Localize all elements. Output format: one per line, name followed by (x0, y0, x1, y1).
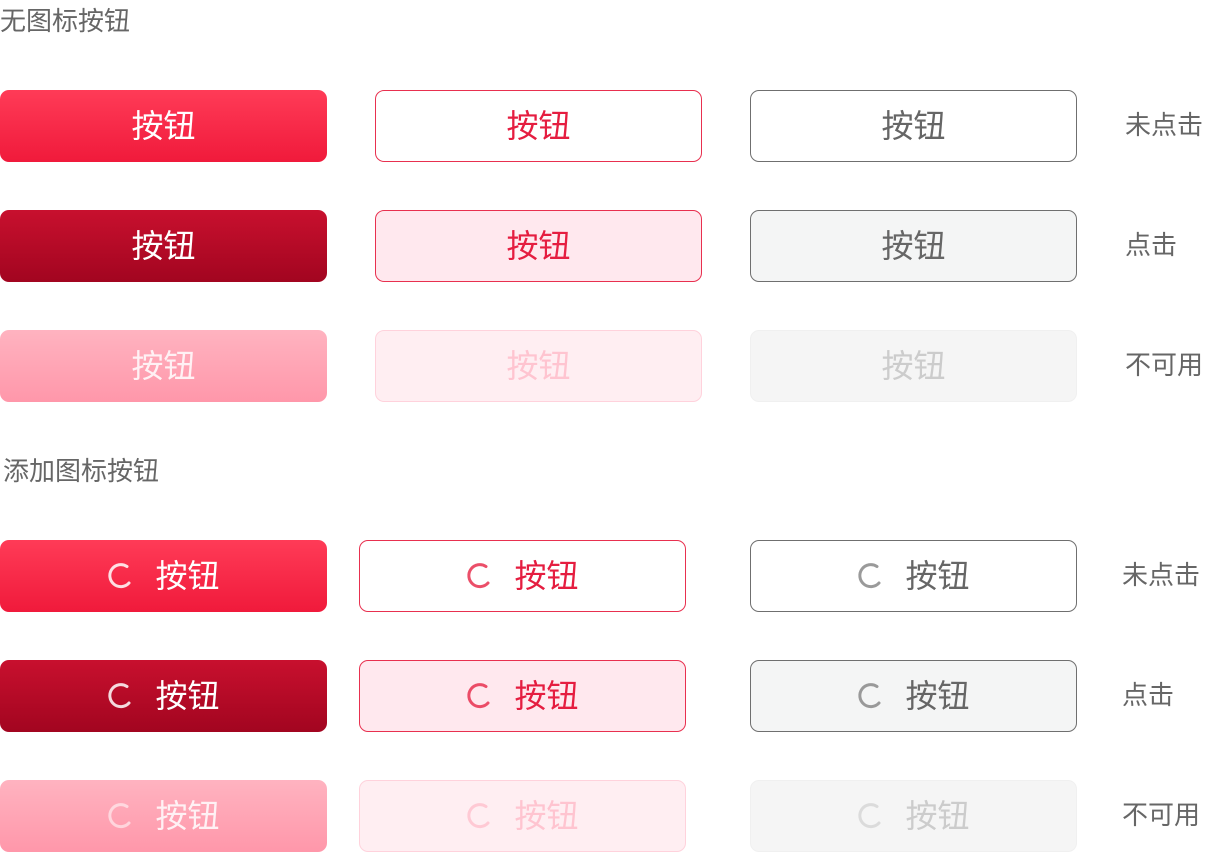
state-label-pressed: 点击 (1125, 231, 1178, 261)
loading-spinner-icon (466, 682, 494, 710)
section-title-no-icon: 无图标按钮 (0, 7, 131, 37)
state-label-normal: 未点击 (1122, 561, 1201, 591)
button-label: 按钮 (881, 227, 946, 265)
state-label-disabled: 不可用 (1125, 351, 1204, 381)
button-label: 按钮 (155, 677, 220, 715)
solid-button-disabled: 按钮 (0, 330, 327, 402)
state-label-disabled: 不可用 (1122, 801, 1201, 831)
gray-button-pressed[interactable]: 按钮 (750, 210, 1077, 282)
button-label: 按钮 (905, 677, 970, 715)
gray-button-normal[interactable]: 按钮 (750, 90, 1077, 162)
button-label: 按钮 (506, 227, 571, 265)
loading-spinner-icon (107, 682, 135, 710)
button-label: 按钮 (514, 677, 579, 715)
outline-button-disabled: 按钮 (375, 330, 702, 402)
outline-icon-button-disabled: 按钮 (359, 780, 686, 852)
solid-icon-button-disabled: 按钮 (0, 780, 327, 852)
solid-icon-button-pressed[interactable]: 按钮 (0, 660, 327, 732)
button-label: 按钮 (131, 347, 196, 385)
loading-spinner-icon (466, 562, 494, 590)
button-label: 按钮 (514, 557, 579, 595)
loading-spinner-icon (466, 802, 494, 830)
loading-spinner-icon (107, 802, 135, 830)
button-label: 按钮 (131, 107, 196, 145)
button-label: 按钮 (131, 227, 196, 265)
gray-icon-button-disabled: 按钮 (750, 780, 1077, 852)
outline-icon-button-normal[interactable]: 按钮 (359, 540, 686, 612)
loading-spinner-icon (107, 562, 135, 590)
button-label: 按钮 (506, 107, 571, 145)
gray-icon-button-normal[interactable]: 按钮 (750, 540, 1077, 612)
button-label: 按钮 (506, 347, 571, 385)
solid-icon-button-normal[interactable]: 按钮 (0, 540, 327, 612)
button-label: 按钮 (881, 107, 946, 145)
section-title-with-icon: 添加图标按钮 (3, 457, 160, 487)
outline-button-pressed[interactable]: 按钮 (375, 210, 702, 282)
button-label: 按钮 (905, 797, 970, 835)
state-label-pressed: 点击 (1122, 681, 1175, 711)
loading-spinner-icon (857, 562, 885, 590)
solid-button-normal[interactable]: 按钮 (0, 90, 327, 162)
outline-icon-button-pressed[interactable]: 按钮 (359, 660, 686, 732)
state-label-normal: 未点击 (1125, 111, 1204, 141)
gray-icon-button-pressed[interactable]: 按钮 (750, 660, 1077, 732)
solid-button-pressed[interactable]: 按钮 (0, 210, 327, 282)
button-label: 按钮 (905, 557, 970, 595)
outline-button-normal[interactable]: 按钮 (375, 90, 702, 162)
button-label: 按钮 (155, 557, 220, 595)
button-label: 按钮 (881, 347, 946, 385)
loading-spinner-icon (857, 802, 885, 830)
gray-button-disabled: 按钮 (750, 330, 1077, 402)
button-label: 按钮 (155, 797, 220, 835)
button-label: 按钮 (514, 797, 579, 835)
loading-spinner-icon (857, 682, 885, 710)
